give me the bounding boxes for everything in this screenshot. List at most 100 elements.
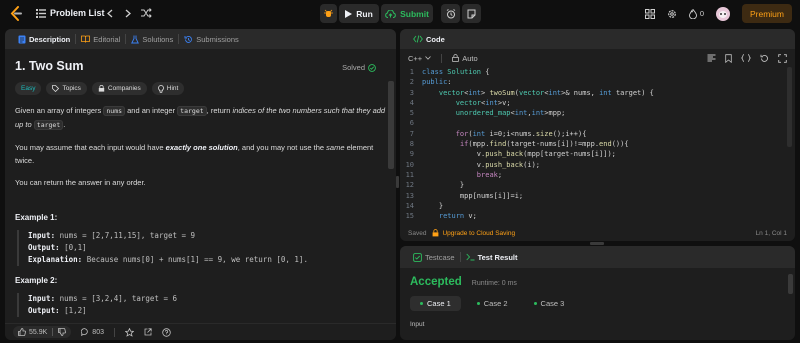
code-line[interactable]: 15 return v; — [400, 211, 795, 221]
case-label: Case 2 — [483, 299, 508, 308]
explanation-label: Explanation: — [28, 255, 83, 264]
debug-button[interactable] — [320, 4, 337, 23]
avatar[interactable] — [715, 6, 730, 21]
language-select[interactable]: C++ — [408, 54, 431, 63]
upgrade-cloud-link[interactable]: Upgrade to Cloud Saving — [442, 230, 515, 237]
layout-grid-icon[interactable] — [644, 8, 655, 19]
description-scrollbar[interactable] — [388, 81, 394, 169]
result-status: Accepted — [410, 276, 462, 288]
code-line[interactable]: 12 } — [400, 180, 795, 190]
leetcode-logo[interactable] — [9, 6, 23, 21]
book-icon — [81, 35, 91, 43]
code-line[interactable]: 4 vector<int>v; — [400, 98, 795, 108]
prev-problem-icon[interactable] — [107, 9, 113, 18]
help-icon[interactable] — [162, 327, 171, 337]
chevron-down-icon — [425, 56, 431, 60]
horizontal-splitter-handle[interactable] — [590, 242, 604, 245]
problem-order-note: You can return the answer in any order. — [15, 178, 146, 187]
gear-icon[interactable] — [667, 9, 677, 19]
input-label: Input: — [28, 231, 56, 240]
hint-chip[interactable]: Hint — [151, 82, 185, 95]
top-navbar: Problem List Run Submit 0 Premium — [0, 0, 800, 27]
bug-icon — [324, 9, 333, 17]
hint-label: Hint — [166, 85, 179, 92]
tab-submissions[interactable]: Submissions — [179, 29, 244, 49]
tab-testcase[interactable]: Testcase — [408, 247, 460, 267]
line-number: 1 — [409, 68, 414, 76]
run-button[interactable]: Run — [339, 4, 379, 23]
code-line[interactable]: 9 v.push_back(mpp[target-nums[i]]); — [400, 149, 795, 159]
statement-text: , return — [206, 106, 233, 115]
premium-button[interactable]: Premium — [741, 4, 792, 23]
code-text: return v; — [438, 212, 477, 221]
tab-code[interactable]: Code — [408, 29, 450, 49]
code-line[interactable]: 11 break; — [400, 170, 795, 180]
cloud-upload-icon — [385, 9, 396, 18]
code-line[interactable]: 10 v.push_back(i); — [400, 160, 795, 170]
line-number: 5 — [409, 109, 414, 118]
fullscreen-icon[interactable] — [778, 53, 787, 63]
flask-icon — [131, 35, 140, 43]
code-line[interactable]: 5 unordered_map<int,int>mpp; — [400, 108, 795, 118]
test-panel: Testcase Test Result Accepted Runtime: 0… — [400, 246, 795, 340]
topics-chip[interactable]: Topics — [46, 82, 87, 95]
case-3-button[interactable]: Case 3 — [524, 296, 575, 311]
case-1-button[interactable]: Case 1 — [410, 296, 461, 311]
star-icon[interactable] — [124, 327, 134, 337]
next-problem-icon[interactable] — [125, 9, 131, 18]
line-number: 11 — [405, 170, 414, 179]
companies-label: Companies — [107, 85, 141, 92]
case-label: Case 1 — [427, 299, 451, 308]
case-2-button[interactable]: Case 2 — [467, 296, 518, 311]
note-icon — [467, 9, 476, 18]
submit-button[interactable]: Submit — [381, 4, 433, 23]
bookmark-icon[interactable] — [725, 53, 732, 63]
problem-list-link[interactable]: Problem List — [50, 8, 105, 18]
inline-code: nums — [103, 106, 126, 116]
code-scrollbar[interactable] — [787, 67, 792, 147]
line-number: 4 — [409, 98, 414, 107]
vertical-splitter-handle[interactable] — [396, 176, 399, 188]
comments-button[interactable]: 803 — [81, 328, 104, 336]
history-icon — [184, 35, 193, 43]
code-line[interactable]: 3 vector<int> twoSum(vector<int>& nums, … — [400, 88, 795, 98]
code-line[interactable]: 14 } — [400, 201, 795, 211]
code-line[interactable]: 13 mpp[nums[i]]=i; — [400, 191, 795, 201]
note-text: You may assume that each input would hav… — [15, 143, 166, 152]
tab-editorial[interactable]: Editorial — [76, 29, 125, 49]
problem-list-icon[interactable] — [36, 9, 46, 18]
tab-description[interactable]: Description — [13, 29, 75, 49]
code-line[interactable]: 2 public: — [400, 77, 795, 87]
example-1: Example 1: Input: nums = [2,7,11,15], ta… — [15, 213, 386, 266]
code-line[interactable]: 7 for(int i=0;i<nums.size();i++){ — [400, 129, 795, 139]
problem-title: 1. Two Sum — [15, 59, 84, 73]
braces-icon[interactable] — [741, 54, 751, 62]
notes-button[interactable] — [462, 4, 481, 23]
line-number: 12 — [405, 181, 414, 190]
code-editor[interactable]: 1 class Solution {2 public: 3 vector<int> t… — [400, 67, 795, 223]
shuffle-icon[interactable] — [141, 8, 152, 18]
reset-icon[interactable] — [760, 54, 769, 63]
tab-solutions[interactable]: Solutions — [126, 29, 178, 49]
like-button[interactable]: 55.9K — [13, 326, 72, 338]
auto-mode-toggle[interactable]: Auto — [452, 54, 478, 63]
code-line[interactable]: 1 class Solution { — [400, 67, 795, 77]
test-tabs: Testcase Test Result — [400, 246, 795, 268]
test-scrollbar[interactable] — [788, 274, 793, 294]
companies-chip[interactable]: Companies — [91, 82, 147, 95]
code-icon — [413, 35, 423, 43]
editor-toolbar: C++ Auto — [400, 50, 795, 66]
code-line[interactable]: 8 if(mpp.find(target-nums[i])!=mpp.end()… — [400, 139, 795, 149]
format-icon[interactable] — [707, 54, 716, 62]
thumbs-down-icon[interactable] — [58, 328, 67, 336]
runtime-value: Runtime: 0 ms — [471, 280, 517, 287]
streak-counter[interactable]: 0 — [688, 8, 704, 19]
saved-status: Saved — [408, 229, 427, 237]
tab-test-result[interactable]: Test Result — [461, 247, 523, 267]
code-text: v.push_back(mpp[target-nums[i]]); — [422, 150, 616, 159]
description-tabs: Description Editorial Solutions Submissi… — [5, 29, 396, 49]
timer-button[interactable] — [441, 4, 460, 23]
line-number: 14 — [405, 201, 414, 210]
code-line[interactable]: 6 — [400, 118, 795, 128]
share-icon[interactable] — [144, 328, 152, 336]
